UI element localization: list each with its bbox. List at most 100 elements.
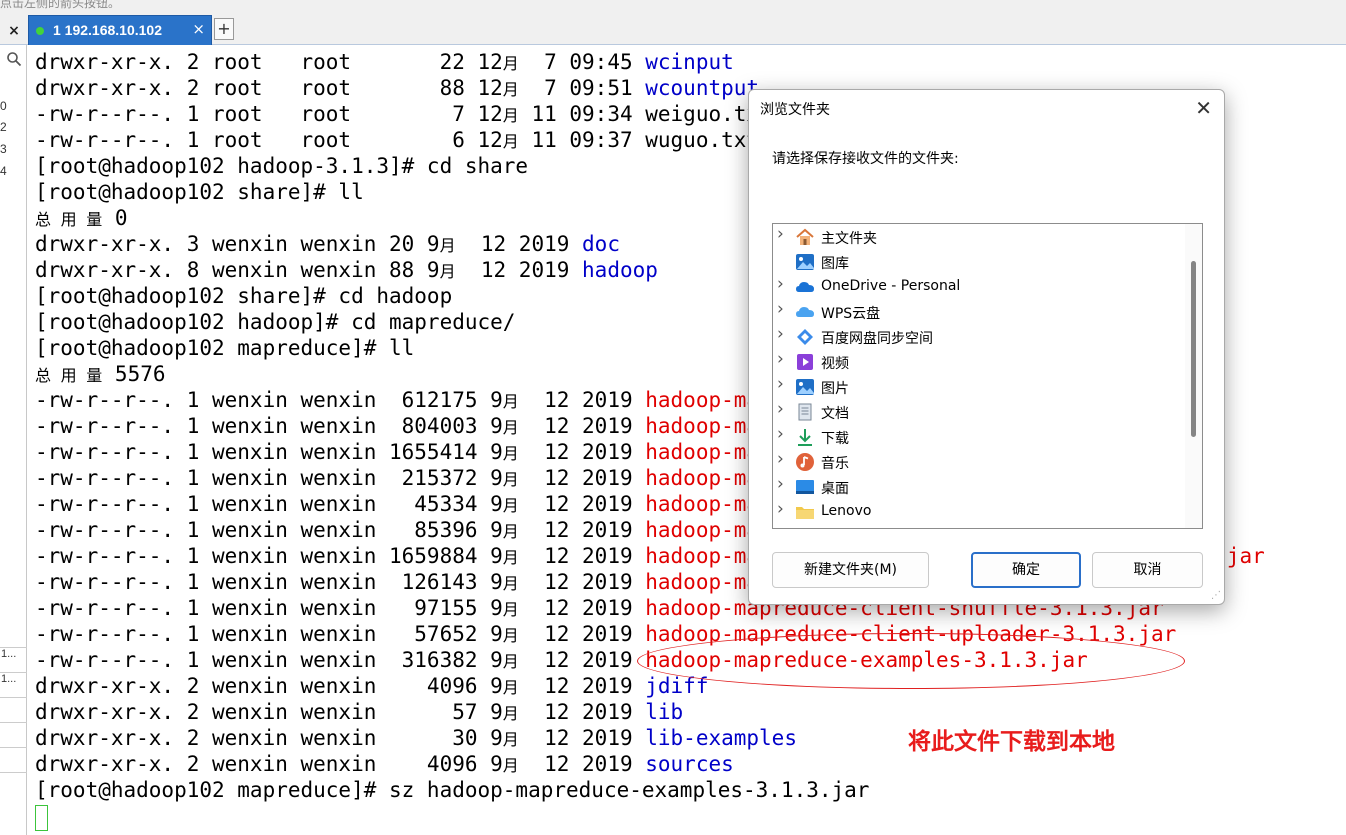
terminal-line: drwxr-xr-x. 8 wenxin wenxin 88 9月 12 201… bbox=[35, 257, 658, 283]
tab-bar: 点击左侧的箭头按钮。 × 1 192.168.10.102 × + bbox=[0, 0, 1346, 45]
terminal-line: [root@hadoop102 share]# cd hadoop bbox=[35, 283, 452, 309]
file-meta: -rw-r--r--. 1 wenxin wenxin 57652 9 bbox=[35, 622, 503, 646]
month-label: 月 bbox=[502, 678, 519, 697]
file-date: 12 2019 bbox=[518, 752, 646, 776]
expand-arrow-icon[interactable]: › bbox=[777, 449, 784, 469]
sidebar-cell[interactable] bbox=[0, 747, 27, 771]
terminal-line: -rw-r--r--. 1 root root 6 12月 11 09:37 w… bbox=[35, 127, 759, 153]
tab-session[interactable]: 1 192.168.10.102 × bbox=[28, 15, 212, 45]
expand-arrow-icon[interactable]: › bbox=[777, 224, 784, 244]
add-tab-button[interactable]: + bbox=[214, 18, 234, 40]
connected-status-icon bbox=[36, 27, 44, 35]
file-name: lib-examples bbox=[645, 726, 797, 750]
expand-arrow-icon[interactable]: › bbox=[777, 299, 784, 319]
tree-item[interactable]: › 主文件夹 bbox=[773, 224, 1183, 250]
tree-item[interactable]: › 百度网盘同步空间 bbox=[773, 324, 1183, 350]
file-date: 7 09:51 bbox=[518, 76, 646, 100]
music-icon bbox=[795, 452, 815, 472]
sidebar-cell[interactable] bbox=[0, 697, 27, 721]
new-folder-button[interactable]: 新建文件夹(M) bbox=[772, 552, 929, 588]
expand-arrow-icon[interactable]: › bbox=[777, 374, 784, 394]
document-icon bbox=[795, 402, 815, 422]
file-meta: -rw-r--r--. 1 wenxin wenxin 612175 9 bbox=[35, 388, 503, 412]
tree-item[interactable]: › 音乐 bbox=[773, 449, 1183, 475]
file-meta: drwxr-xr-x. 2 wenxin wenxin 4096 9 bbox=[35, 674, 503, 698]
file-name: doc bbox=[582, 232, 620, 256]
scrollbar-thumb[interactable] bbox=[1191, 261, 1196, 437]
sidebar-cell[interactable]: 1... bbox=[0, 647, 27, 671]
expand-arrow-icon[interactable]: › bbox=[777, 274, 784, 294]
total-label: 总 用 量 bbox=[35, 210, 103, 229]
sidebar-cell[interactable] bbox=[0, 772, 27, 796]
total-value: 5576 bbox=[102, 362, 166, 386]
file-date: 12 2019 bbox=[518, 544, 646, 568]
tree-item[interactable]: 图库 bbox=[773, 250, 1183, 275]
tree-item[interactable]: › 桌面 bbox=[773, 474, 1183, 500]
annotation-text: 将此文件下载到本地 bbox=[908, 729, 1115, 755]
file-meta: drwxr-xr-x. 2 wenxin wenxin 57 9 bbox=[35, 700, 503, 724]
tree-item[interactable]: › Lenovo bbox=[773, 499, 1183, 525]
terminal-line: drwxr-xr-x. 2 wenxin wenxin 57 9月 12 201… bbox=[35, 699, 683, 725]
close-panel-button[interactable]: × bbox=[0, 18, 28, 44]
file-name: wcinput bbox=[645, 50, 734, 74]
tree-item[interactable]: › 下载 bbox=[773, 424, 1183, 450]
month-label: 月 bbox=[502, 522, 519, 541]
file-meta: -rw-r--r--. 1 root root 6 12 bbox=[35, 128, 503, 152]
tab-session-label: 1 192.168.10.102 bbox=[53, 22, 162, 38]
file-date: 12 2019 bbox=[518, 700, 646, 724]
tree-item[interactable]: › 视频 bbox=[773, 349, 1183, 375]
sidebar-cell[interactable] bbox=[0, 722, 27, 746]
month-label: 月 bbox=[502, 418, 519, 437]
search-icon[interactable] bbox=[6, 51, 22, 71]
file-meta: -rw-r--r--. 1 wenxin wenxin 316382 9 bbox=[35, 648, 503, 672]
file-date: 12 2019 bbox=[518, 388, 646, 412]
highlight-ellipse bbox=[637, 633, 1185, 689]
cloud-icon bbox=[795, 277, 815, 297]
file-date: 12 2019 bbox=[518, 492, 646, 516]
tree-scrollbar[interactable] bbox=[1185, 224, 1202, 528]
month-label: 月 bbox=[502, 600, 519, 619]
tree-item[interactable]: › WPS云盘 bbox=[773, 299, 1183, 325]
close-tab-icon[interactable]: × bbox=[192, 20, 205, 38]
terminal-line: [root@hadoop102 share]# ll bbox=[35, 179, 364, 205]
cancel-button[interactable]: 取消 bbox=[1092, 552, 1203, 588]
expand-arrow-icon[interactable]: › bbox=[777, 399, 784, 419]
terminal-line: drwxr-xr-x. 3 wenxin wenxin 20 9月 12 201… bbox=[35, 231, 620, 257]
expand-arrow-icon[interactable]: › bbox=[777, 349, 784, 369]
folder-icon bbox=[795, 502, 815, 522]
file-date: 12 2019 bbox=[518, 570, 646, 594]
file-name: hadoop bbox=[582, 258, 658, 282]
month-label: 月 bbox=[439, 262, 456, 281]
file-name: wcountput bbox=[645, 76, 760, 100]
terminal-line: 总 用 量 0 bbox=[35, 205, 128, 231]
tree-item[interactable]: › 文档 bbox=[773, 399, 1183, 425]
tree-item-label: 桌面 bbox=[821, 481, 849, 497]
file-meta: drwxr-xr-x. 8 wenxin wenxin 88 9 bbox=[35, 258, 440, 282]
terminal-line: -rw-r--r--. 1 root root 7 12月 11 09:34 w… bbox=[35, 101, 772, 127]
expand-arrow-icon[interactable]: › bbox=[777, 424, 784, 444]
month-label: 月 bbox=[502, 54, 519, 73]
tree-item-label: 视频 bbox=[821, 356, 849, 372]
close-icon[interactable]: ✕ bbox=[1195, 96, 1212, 120]
terminal-line: drwxr-xr-x. 2 wenxin wenxin 30 9月 12 201… bbox=[35, 725, 797, 751]
folder-tree[interactable]: › 主文件夹 图库 › OneDrive - Personal › WPS云盘 › 百度网盘同步… bbox=[772, 223, 1203, 529]
tree-item-label: 文档 bbox=[821, 406, 849, 422]
sidebar-cell[interactable]: 1... bbox=[0, 672, 27, 696]
file-meta: -rw-r--r--. 1 wenxin wenxin 97155 9 bbox=[35, 596, 503, 620]
expand-arrow-icon[interactable]: › bbox=[777, 324, 784, 344]
tree-item[interactable]: › 图片 bbox=[773, 374, 1183, 400]
file-meta: -rw-r--r--. 1 wenxin wenxin 45334 9 bbox=[35, 492, 503, 516]
expand-arrow-icon[interactable]: › bbox=[777, 474, 784, 494]
baidu-sync-icon bbox=[795, 327, 815, 347]
file-date: 11 09:34 bbox=[518, 102, 646, 126]
tree-item[interactable]: › OneDrive - Personal bbox=[773, 274, 1183, 300]
ok-button[interactable]: 确定 bbox=[971, 552, 1081, 588]
month-label: 月 bbox=[502, 652, 519, 671]
terminal-line: [root@hadoop102 hadoop]# cd mapreduce/ bbox=[35, 309, 515, 335]
month-label: 月 bbox=[502, 392, 519, 411]
expand-arrow-icon[interactable]: › bbox=[777, 499, 784, 519]
terminal-line: [root@hadoop102 hadoop-3.1.3]# cd share bbox=[35, 153, 528, 179]
file-date: 12 2019 bbox=[518, 726, 646, 750]
tree-item-label: OneDrive - Personal bbox=[821, 278, 961, 294]
resize-grip-icon[interactable]: ⋰ bbox=[1211, 590, 1221, 601]
